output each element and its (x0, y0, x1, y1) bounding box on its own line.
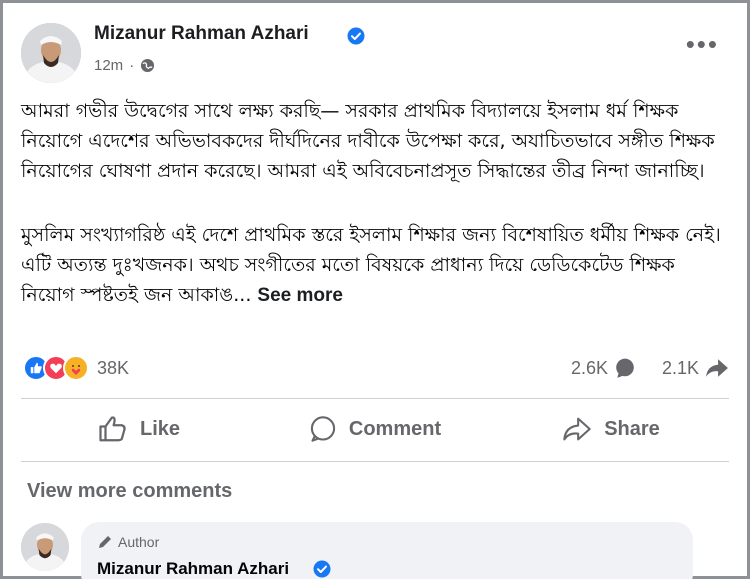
share-icon (563, 417, 591, 441)
post-paragraph-2-text: মুসলিম সংখ্যাগরিষ্ঠ এই দেশে প্রাথমিক স্ত… (21, 224, 721, 306)
author-badge-label: Author (118, 534, 160, 550)
comment-button[interactable]: Comment (257, 403, 493, 455)
more-icon[interactable]: ••• (686, 31, 719, 57)
speech-bubble-icon (310, 416, 336, 442)
reactions-count: 38K (97, 357, 130, 378)
see-more-link[interactable]: See more (257, 285, 343, 306)
engagement-stats: 2.6K 2.1K (571, 357, 729, 379)
thumbs-up-icon (99, 416, 126, 442)
author-avatar[interactable] (21, 23, 81, 83)
post-actions-bar: Like Comment Share (21, 403, 729, 455)
shares-count: 2.1K (661, 357, 699, 378)
view-more-comments-link[interactable]: View more comments (27, 480, 232, 503)
verified-badge-icon (347, 27, 365, 45)
author-badge: Author (97, 534, 159, 550)
author-name[interactable]: Mizanur Rahman Azhari (94, 23, 309, 45)
care-reaction-icon (63, 355, 89, 381)
like-button[interactable]: Like (21, 403, 257, 455)
comment-bubble-icon (616, 358, 634, 378)
comments-count: 2.6K (570, 357, 608, 378)
post-paragraph-1: আমরা গভীর উদ্বেগের সাথে লক্ষ্য করছি— সরক… (21, 100, 715, 182)
post-card: Mizanur Rahman Azhari 12m · ••• আমরা গভী… (0, 0, 750, 579)
post-paragraph-2: মুসলিম সংখ্যাগরিষ্ঠ এই দেশে প্রাথমিক স্ত… (21, 220, 733, 311)
globe-icon (141, 58, 155, 73)
comments-stat[interactable]: 2.6K (571, 357, 636, 379)
verified-badge-icon (313, 560, 331, 578)
comment-label: Comment (348, 417, 442, 440)
post-meta: 12m · (94, 57, 155, 74)
meta-separator: · (129, 57, 135, 74)
share-label: Share (604, 417, 660, 440)
reactions-summary[interactable]: 38K (23, 355, 129, 381)
shares-stat[interactable]: 2.1K (662, 357, 729, 379)
share-button[interactable]: Share (493, 403, 729, 455)
share-arrow-icon (706, 359, 728, 377)
pencil-icon (99, 536, 111, 548)
divider-bottom (21, 461, 729, 462)
commenter-name[interactable]: Mizanur Rahman Azhari (97, 559, 289, 579)
commenter-avatar[interactable] (21, 523, 69, 571)
divider-top (21, 398, 729, 399)
like-label: Like (139, 417, 181, 440)
post-time[interactable]: 12m (94, 57, 123, 74)
